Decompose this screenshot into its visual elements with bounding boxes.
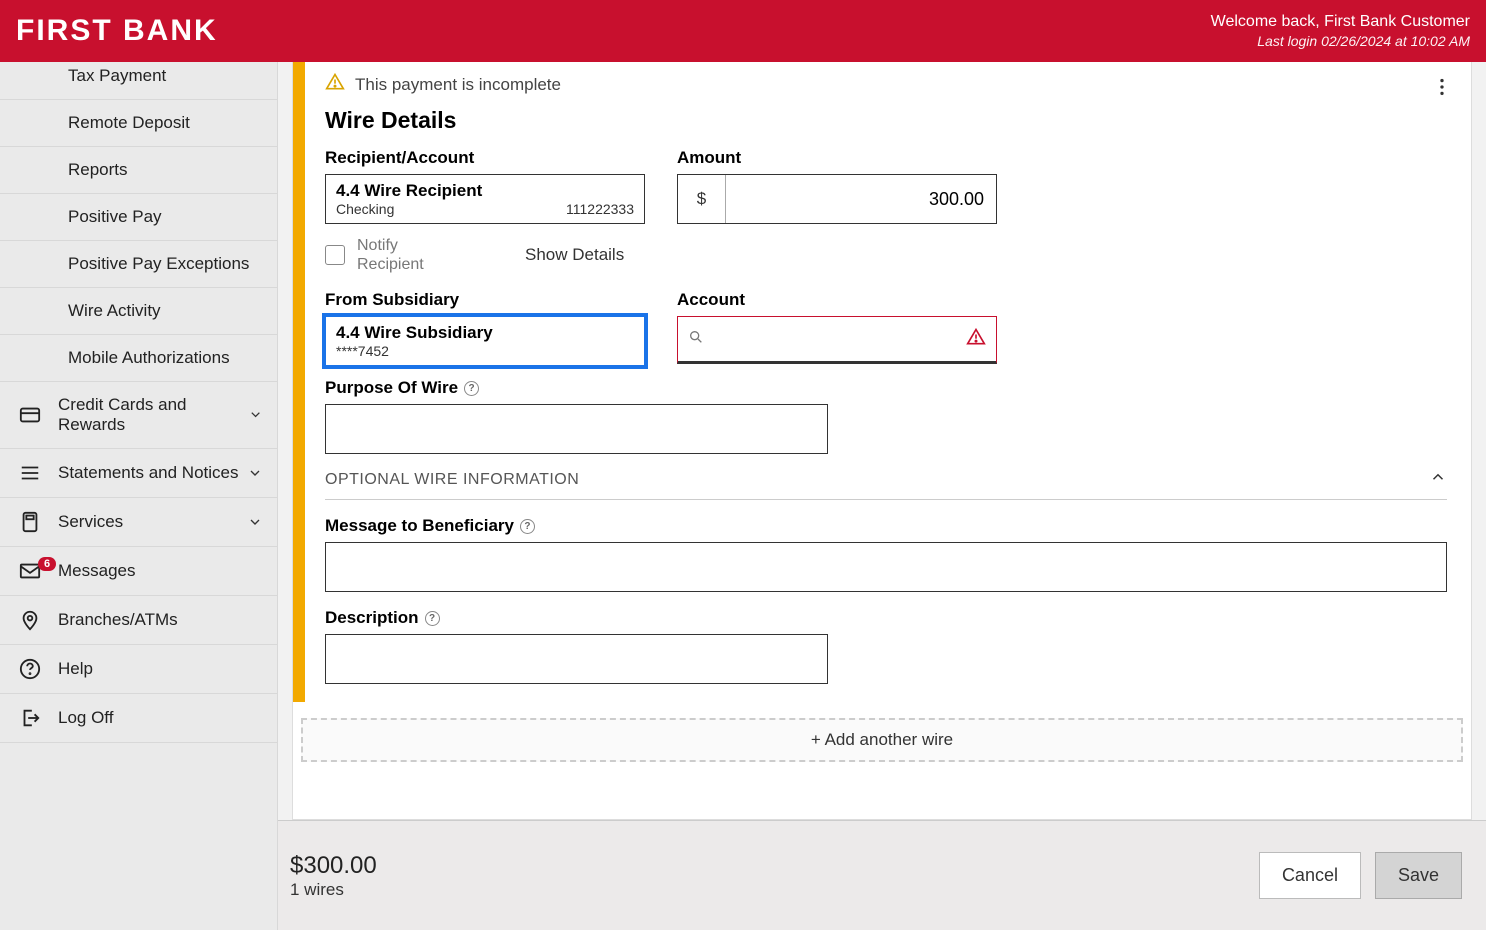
from-subsidiary-name: 4.4 Wire Subsidiary	[336, 323, 634, 343]
msg-benef-label-text: Message to Beneficiary	[325, 516, 514, 536]
message-to-beneficiary-label: Message to Beneficiary ?	[325, 516, 1447, 536]
help-tooltip-icon[interactable]: ?	[520, 519, 535, 534]
sidebar-item-services[interactable]: Services	[0, 498, 277, 547]
footer-wire-count: 1 wires	[290, 880, 377, 900]
chevron-down-icon	[247, 514, 263, 530]
recipient-acct-type: Checking	[336, 201, 394, 217]
chevron-down-icon	[247, 465, 263, 481]
cancel-button[interactable]: Cancel	[1259, 852, 1361, 899]
chevron-up-icon	[1429, 468, 1447, 491]
sidebar-item-label: Branches/ATMs	[58, 610, 178, 630]
welcome-block: Welcome back, First Bank Customer Last l…	[1211, 12, 1470, 51]
help-tooltip-icon[interactable]: ?	[425, 611, 440, 626]
footer-bar: $300.00 1 wires Cancel Save	[278, 820, 1486, 930]
add-another-wire-button[interactable]: + Add another wire	[301, 718, 1463, 762]
sidebar-item-label: Statements and Notices	[58, 463, 238, 483]
amount-input[interactable]	[726, 175, 996, 223]
description-input[interactable]	[325, 634, 828, 684]
purpose-label-text: Purpose Of Wire	[325, 378, 458, 398]
from-subsidiary-masked: ****7452	[336, 343, 389, 359]
amount-field[interactable]: $	[677, 174, 997, 224]
notify-recipient-label: Notify Recipient	[357, 236, 443, 274]
sidebar-item-label: Credit Cards and Rewards	[58, 395, 248, 435]
account-label: Account	[677, 290, 997, 310]
sidebar-item-label: Positive Pay	[68, 207, 162, 227]
footer-total: $300.00	[290, 852, 377, 880]
from-subsidiary-label: From Subsidiary	[325, 290, 645, 310]
sidebar-item-label: Remote Deposit	[68, 113, 190, 133]
incomplete-warning: This payment is incomplete	[325, 72, 1447, 97]
purpose-of-wire-label: Purpose Of Wire ?	[325, 378, 1447, 398]
sidebar-item-positive-pay[interactable]: Positive Pay	[0, 194, 277, 241]
account-selector[interactable]	[677, 316, 997, 364]
sidebar-item-label: Mobile Authorizations	[68, 348, 230, 368]
chevron-down-icon	[248, 407, 263, 423]
recipient-acct-number: 111222333	[566, 201, 634, 217]
sidebar-item-positive-pay-exceptions[interactable]: Positive Pay Exceptions	[0, 241, 277, 288]
sidebar-item-label: Tax Payment	[68, 66, 166, 86]
show-details-link[interactable]: Show Details	[525, 245, 624, 265]
search-icon	[688, 329, 704, 350]
location-pin-icon	[16, 609, 44, 631]
help-icon	[16, 658, 44, 680]
sidebar-item-help[interactable]: Help	[0, 645, 277, 694]
recipient-name: 4.4 Wire Recipient	[336, 181, 634, 201]
optional-header-text: OPTIONAL WIRE INFORMATION	[325, 471, 579, 489]
welcome-text: Welcome back, First Bank Customer	[1211, 12, 1470, 33]
recipient-account-label: Recipient/Account	[325, 148, 645, 168]
top-header: FIRST BANK Welcome back, First Bank Cust…	[0, 0, 1486, 62]
description-label-text: Description	[325, 608, 419, 628]
warning-triangle-icon	[325, 72, 345, 97]
notify-recipient-checkbox[interactable]	[325, 245, 345, 265]
amount-label: Amount	[677, 148, 997, 168]
sidebar-item-remote-deposit[interactable]: Remote Deposit	[0, 100, 277, 147]
sidebar-item-credit-cards[interactable]: Credit Cards and Rewards	[0, 382, 277, 449]
section-title: Wire Details	[325, 107, 1447, 134]
sidebar-item-branches[interactable]: Branches/ATMs	[0, 596, 277, 645]
messages-badge: 6	[38, 557, 56, 571]
sidebar-item-messages[interactable]: 6 Messages	[0, 547, 277, 596]
logo: FIRST BANK	[16, 14, 218, 48]
last-login-text: Last login 02/26/2024 at 10:02 AM	[1211, 32, 1470, 50]
sidebar-item-label: Positive Pay Exceptions	[68, 254, 249, 274]
list-icon	[16, 462, 44, 484]
sidebar-item-label: Messages	[58, 561, 135, 581]
help-tooltip-icon[interactable]: ?	[464, 381, 479, 396]
sidebar-item-statements[interactable]: Statements and Notices	[0, 449, 277, 498]
sidebar-item-logoff[interactable]: Log Off	[0, 694, 277, 743]
sidebar-item-label: Help	[58, 659, 93, 679]
add-another-wire-label: + Add another wire	[811, 730, 953, 749]
sidebar: Tax Payment Remote Deposit Reports Posit…	[0, 62, 278, 930]
currency-prefix: $	[678, 175, 726, 223]
sidebar-item-label: Wire Activity	[68, 301, 161, 321]
credit-card-icon	[16, 404, 44, 426]
save-button[interactable]: Save	[1375, 852, 1462, 899]
sidebar-item-reports[interactable]: Reports	[0, 147, 277, 194]
optional-wire-info-header[interactable]: OPTIONAL WIRE INFORMATION	[325, 468, 1447, 500]
kebab-menu-button[interactable]	[1431, 76, 1453, 103]
content-scroll: This payment is incomplete Wire Details …	[292, 62, 1472, 820]
sidebar-item-wire-activity[interactable]: Wire Activity	[0, 288, 277, 335]
sidebar-item-tax-payment[interactable]: Tax Payment	[0, 62, 277, 100]
logout-icon	[16, 707, 44, 729]
sidebar-item-label: Services	[58, 512, 123, 532]
description-label: Description ?	[325, 608, 1447, 628]
error-triangle-icon	[966, 327, 986, 352]
message-to-beneficiary-input[interactable]	[325, 542, 1447, 592]
sidebar-item-mobile-authorizations[interactable]: Mobile Authorizations	[0, 335, 277, 382]
purpose-of-wire-input[interactable]	[325, 404, 828, 454]
from-subsidiary-selector[interactable]: 4.4 Wire Subsidiary ****7452	[325, 316, 645, 366]
wire-card: This payment is incomplete Wire Details …	[293, 62, 1471, 702]
calculator-icon	[16, 511, 44, 533]
incomplete-warning-text: This payment is incomplete	[355, 75, 561, 95]
main-panel: This payment is incomplete Wire Details …	[278, 62, 1486, 930]
sidebar-item-label: Reports	[68, 160, 128, 180]
recipient-account-selector[interactable]: 4.4 Wire Recipient Checking 111222333	[325, 174, 645, 224]
sidebar-item-label: Log Off	[58, 708, 113, 728]
